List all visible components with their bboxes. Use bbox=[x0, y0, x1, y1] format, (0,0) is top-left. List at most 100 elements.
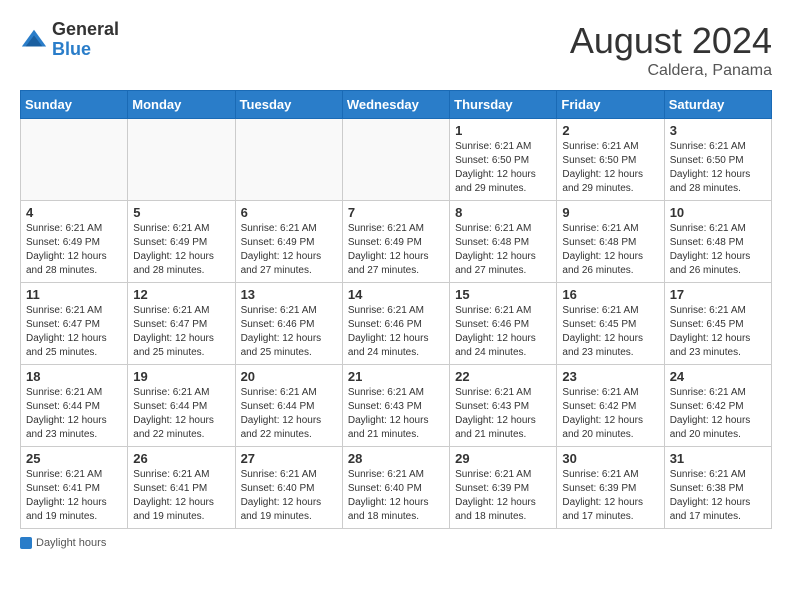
day-number: 5 bbox=[133, 205, 229, 220]
calendar-cell: 25 Sunrise: 6:21 AM Sunset: 6:41 PM Dayli… bbox=[21, 447, 128, 529]
day-info: Sunrise: 6:21 AM Sunset: 6:48 PM Dayligh… bbox=[562, 222, 658, 278]
day-info: Sunrise: 6:21 AM Sunset: 6:39 PM Dayligh… bbox=[562, 468, 658, 524]
weekday-header: Sunday bbox=[21, 91, 128, 119]
logo-blue: Blue bbox=[52, 40, 119, 60]
day-number: 8 bbox=[455, 205, 551, 220]
calendar-cell: 3 Sunrise: 6:21 AM Sunset: 6:50 PM Daylig… bbox=[664, 119, 771, 201]
subtitle: Caldera, Panama bbox=[570, 62, 772, 80]
day-info: Sunrise: 6:21 AM Sunset: 6:38 PM Dayligh… bbox=[670, 468, 766, 524]
calendar-week-row: 25 Sunrise: 6:21 AM Sunset: 6:41 PM Dayli… bbox=[21, 447, 772, 529]
calendar-cell: 31 Sunrise: 6:21 AM Sunset: 6:38 PM Dayli… bbox=[664, 447, 771, 529]
day-number: 9 bbox=[562, 205, 658, 220]
footer-item: Daylight hours bbox=[20, 537, 106, 549]
calendar-cell: 10 Sunrise: 6:21 AM Sunset: 6:48 PM Dayli… bbox=[664, 201, 771, 283]
day-info: Sunrise: 6:21 AM Sunset: 6:46 PM Dayligh… bbox=[241, 304, 337, 360]
calendar-cell: 9 Sunrise: 6:21 AM Sunset: 6:48 PM Daylig… bbox=[557, 201, 664, 283]
day-number: 4 bbox=[26, 205, 122, 220]
day-info: Sunrise: 6:21 AM Sunset: 6:42 PM Dayligh… bbox=[562, 386, 658, 442]
calendar-table: SundayMondayTuesdayWednesdayThursdayFrid… bbox=[20, 90, 772, 529]
day-info: Sunrise: 6:21 AM Sunset: 6:49 PM Dayligh… bbox=[348, 222, 444, 278]
day-info: Sunrise: 6:21 AM Sunset: 6:48 PM Dayligh… bbox=[670, 222, 766, 278]
footer-dot bbox=[20, 537, 32, 549]
calendar-cell: 30Sunrise: 6:21 AM Sunset: 6:39 PM Dayli… bbox=[557, 447, 664, 529]
calendar-cell: 22 Sunrise: 6:21 AM Sunset: 6:43 PM Dayli… bbox=[450, 365, 557, 447]
calendar-cell: 6Sunrise: 6:21 AM Sunset: 6:49 PM Daylig… bbox=[235, 201, 342, 283]
calendar-cell: 1Sunrise: 6:21 AM Sunset: 6:50 PM Daylig… bbox=[450, 119, 557, 201]
calendar-week-row: 18 Sunrise: 6:21 AM Sunset: 6:44 PM Dayli… bbox=[21, 365, 772, 447]
weekday-header: Friday bbox=[557, 91, 664, 119]
day-info: Sunrise: 6:21 AM Sunset: 6:41 PM Dayligh… bbox=[133, 468, 229, 524]
calendar-cell: 21 Sunrise: 6:21 AM Sunset: 6:43 PM Dayli… bbox=[342, 365, 449, 447]
calendar-cell bbox=[235, 119, 342, 201]
calendar-cell: 18 Sunrise: 6:21 AM Sunset: 6:44 PM Dayli… bbox=[21, 365, 128, 447]
calendar-cell bbox=[128, 119, 235, 201]
day-info: Sunrise: 6:21 AM Sunset: 6:50 PM Dayligh… bbox=[670, 140, 766, 196]
day-info: Sunrise: 6:21 AM Sunset: 6:46 PM Dayligh… bbox=[455, 304, 551, 360]
day-info: Sunrise: 6:21 AM Sunset: 6:41 PM Dayligh… bbox=[26, 468, 122, 524]
day-number: 22 bbox=[455, 369, 551, 384]
weekday-header: Monday bbox=[128, 91, 235, 119]
day-number: 7 bbox=[348, 205, 444, 220]
day-number: 26 bbox=[133, 451, 229, 466]
day-number: 27 bbox=[241, 451, 337, 466]
day-number: 18 bbox=[26, 369, 122, 384]
day-info: Sunrise: 6:21 AM Sunset: 6:44 PM Dayligh… bbox=[241, 386, 337, 442]
calendar-cell bbox=[342, 119, 449, 201]
day-info: Sunrise: 6:21 AM Sunset: 6:47 PM Dayligh… bbox=[133, 304, 229, 360]
main-title: August 2024 bbox=[570, 20, 772, 62]
calendar-cell: 20 Sunrise: 6:21 AM Sunset: 6:44 PM Dayli… bbox=[235, 365, 342, 447]
calendar-week-row: 4 Sunrise: 6:21 AM Sunset: 6:49 PM Daylig… bbox=[21, 201, 772, 283]
calendar-week-row: 11 Sunrise: 6:21 AM Sunset: 6:47 PM Dayli… bbox=[21, 283, 772, 365]
title-block: August 2024 Caldera, Panama bbox=[570, 20, 772, 80]
calendar-cell: 11 Sunrise: 6:21 AM Sunset: 6:47 PM Dayli… bbox=[21, 283, 128, 365]
calendar-cell: 4 Sunrise: 6:21 AM Sunset: 6:49 PM Daylig… bbox=[21, 201, 128, 283]
weekday-header: Wednesday bbox=[342, 91, 449, 119]
calendar-cell: 28Sunrise: 6:21 AM Sunset: 6:40 PM Dayli… bbox=[342, 447, 449, 529]
weekday-header: Tuesday bbox=[235, 91, 342, 119]
day-number: 15 bbox=[455, 287, 551, 302]
day-number: 31 bbox=[670, 451, 766, 466]
calendar-cell: 24 Sunrise: 6:21 AM Sunset: 6:42 PM Dayli… bbox=[664, 365, 771, 447]
day-info: Sunrise: 6:21 AM Sunset: 6:43 PM Dayligh… bbox=[348, 386, 444, 442]
day-info: Sunrise: 6:21 AM Sunset: 6:50 PM Dayligh… bbox=[455, 140, 551, 196]
footer-label: Daylight hours bbox=[36, 537, 106, 549]
calendar-cell: 16Sunrise: 6:21 AM Sunset: 6:45 PM Dayli… bbox=[557, 283, 664, 365]
day-info: Sunrise: 6:21 AM Sunset: 6:43 PM Dayligh… bbox=[455, 386, 551, 442]
day-number: 21 bbox=[348, 369, 444, 384]
calendar-cell: 14Sunrise: 6:21 AM Sunset: 6:46 PM Dayli… bbox=[342, 283, 449, 365]
day-number: 17 bbox=[670, 287, 766, 302]
day-info: Sunrise: 6:21 AM Sunset: 6:49 PM Dayligh… bbox=[241, 222, 337, 278]
day-number: 29 bbox=[455, 451, 551, 466]
day-info: Sunrise: 6:21 AM Sunset: 6:40 PM Dayligh… bbox=[241, 468, 337, 524]
day-number: 28 bbox=[348, 451, 444, 466]
day-info: Sunrise: 6:21 AM Sunset: 6:49 PM Dayligh… bbox=[26, 222, 122, 278]
page-header: General Blue August 2024 Caldera, Panama bbox=[20, 20, 772, 80]
calendar-week-row: 1Sunrise: 6:21 AM Sunset: 6:50 PM Daylig… bbox=[21, 119, 772, 201]
day-info: Sunrise: 6:21 AM Sunset: 6:44 PM Dayligh… bbox=[133, 386, 229, 442]
day-number: 20 bbox=[241, 369, 337, 384]
calendar-cell: 15 Sunrise: 6:21 AM Sunset: 6:46 PM Dayli… bbox=[450, 283, 557, 365]
day-number: 19 bbox=[133, 369, 229, 384]
day-number: 11 bbox=[26, 287, 122, 302]
day-number: 3 bbox=[670, 123, 766, 138]
day-info: Sunrise: 6:21 AM Sunset: 6:42 PM Dayligh… bbox=[670, 386, 766, 442]
day-info: Sunrise: 6:21 AM Sunset: 6:46 PM Dayligh… bbox=[348, 304, 444, 360]
weekday-header: Thursday bbox=[450, 91, 557, 119]
day-info: Sunrise: 6:21 AM Sunset: 6:47 PM Dayligh… bbox=[26, 304, 122, 360]
day-number: 25 bbox=[26, 451, 122, 466]
calendar-cell: 19 Sunrise: 6:21 AM Sunset: 6:44 PM Dayli… bbox=[128, 365, 235, 447]
calendar-cell: 8Sunrise: 6:21 AM Sunset: 6:48 PM Daylig… bbox=[450, 201, 557, 283]
weekday-header: Saturday bbox=[664, 91, 771, 119]
day-number: 23 bbox=[562, 369, 658, 384]
day-info: Sunrise: 6:21 AM Sunset: 6:44 PM Dayligh… bbox=[26, 386, 122, 442]
day-number: 12 bbox=[133, 287, 229, 302]
calendar-cell: 26 Sunrise: 6:21 AM Sunset: 6:41 PM Dayli… bbox=[128, 447, 235, 529]
logo-general: General bbox=[52, 20, 119, 40]
day-number: 10 bbox=[670, 205, 766, 220]
day-info: Sunrise: 6:21 AM Sunset: 6:45 PM Dayligh… bbox=[562, 304, 658, 360]
day-number: 24 bbox=[670, 369, 766, 384]
weekday-header-row: SundayMondayTuesdayWednesdayThursdayFrid… bbox=[21, 91, 772, 119]
calendar-cell: 13 Sunrise: 6:21 AM Sunset: 6:46 PM Dayli… bbox=[235, 283, 342, 365]
calendar-cell: 17Sunrise: 6:21 AM Sunset: 6:45 PM Dayli… bbox=[664, 283, 771, 365]
day-number: 13 bbox=[241, 287, 337, 302]
